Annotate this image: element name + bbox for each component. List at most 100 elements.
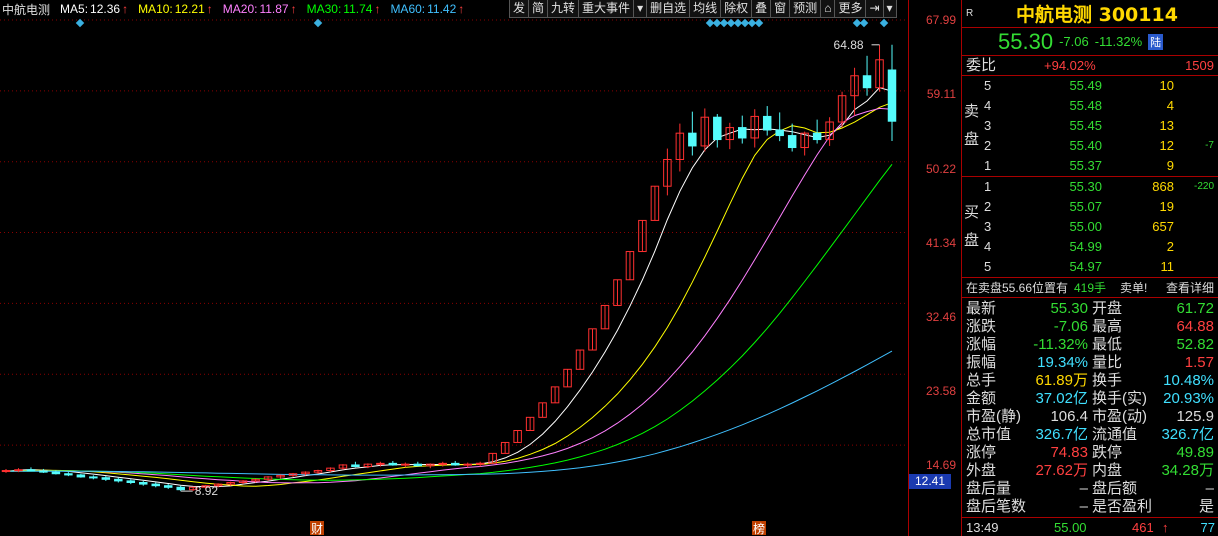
toolbar-remove-watchlist-button[interactable]: 删自选 [646,0,691,18]
candle-body [475,462,485,465]
candle-body [39,470,48,473]
weibi-value: +94.02% [1044,58,1096,73]
stat-value: 64.88 [1176,318,1214,335]
candle-body [101,477,111,480]
buy-level: 1 [984,179,992,194]
candle-body [438,462,448,465]
toolbar-exright-button[interactable]: 除权 [720,0,753,18]
toolbar-home-icon[interactable]: ⌂ [820,0,836,18]
buy-level-row[interactable]: 3 55.00 657 [962,217,1218,237]
toolbar-events-dropdown-icon[interactable]: ▾ [633,0,648,18]
stat-label: 开盘 [1092,300,1123,317]
toolbar-overlay-button[interactable]: 叠 [751,0,772,18]
candle-body [26,469,36,472]
stat-label: 总市值 [966,426,1012,443]
dragon-tiger-list-marker: 榜 [753,521,765,536]
event-diamond-icon [75,18,85,28]
stat-label: 总手 [966,372,997,389]
sell-level-row[interactable]: 2 55.40 12 -7 [962,136,1218,156]
sell-price: 55.45 [1069,118,1102,133]
buy-change: -220 [1193,181,1214,192]
order-alert-qty: 419手 [1074,281,1107,295]
kline-chart-area[interactable]: 64.88 8.92 财 榜 中航电测 MA5: 12.36 ↑ MA10: 12.21 ↑ … [0,0,960,536]
sell-level-row[interactable]: 3 55.45 13 [962,116,1218,136]
tick-price: 55.00 [1054,520,1087,535]
buy-price: 54.99 [1069,239,1102,254]
ma60-label: MA60: [390,2,426,16]
stat-value: – [1205,480,1214,497]
buy-level-row[interactable]: 4 54.99 2 [962,237,1218,257]
weibi-row: 委比 +94.02% 1509 [962,56,1218,76]
sell-price: 55.40 [1069,138,1102,153]
stat-label: 最低 [1092,336,1123,353]
tick-count: 77 [1200,520,1215,535]
candle-body [76,474,86,478]
high-price-label: 64.88 [834,38,864,52]
low-price-label: 8.92 [195,484,219,498]
toolbar-major-events-button[interactable]: 重大事件 [578,0,635,18]
buy-volume: 2 [1166,239,1174,254]
stat-value: -11.32% [1033,336,1088,353]
stat-value: 61.89万 [1035,372,1088,389]
stat-label: 盘后量 [966,480,1012,497]
toolbar-jian-button[interactable]: 简 [528,0,549,18]
toolbar-jiuzhuan-button[interactable]: 九转 [547,0,580,18]
toolbar-forecast-button[interactable]: 预测 [789,0,822,18]
ma30-value: 11.74 [343,2,373,16]
buy-level-row[interactable]: 1 55.30 868 -220 [962,177,1218,197]
ma5-legend: MA5: 12.36 ↑ [60,2,128,16]
buy-level-row[interactable]: 2 55.07 19 [962,197,1218,217]
event-diamond-icon [859,18,869,28]
candle-body [139,482,148,485]
toolbar-window-button[interactable]: 窗 [770,0,791,18]
toolbar-ma-button[interactable]: 均线 [689,0,722,18]
candle-body [114,478,123,482]
sell-level-row[interactable]: 4 55.48 4 [962,96,1218,116]
ma60-legend: MA60: 11.42 ↑ [390,2,464,16]
price-tick: 50.22 [925,162,956,176]
sell-orderbook: 卖盘 5 55.49 10 4 55.48 4 3 55.45 13 2 55.40 12 -7 … [962,76,1218,177]
kline-chart[interactable]: 64.88 8.92 财 榜 [0,0,908,536]
candle-body [787,135,797,149]
quote-panel: R 中航电测 300114 55.30 -7.06 -11.32% 陆 委比 +… [961,0,1218,536]
stat-row: 外盘 27.62万 内盘 34.28万 [962,462,1218,480]
candle-body [401,463,410,466]
view-detail-link[interactable]: 查看详细 [1166,278,1214,298]
ma60-value: 11.42 [427,2,457,16]
sell-level: 4 [984,98,992,113]
tick-time: 13:49 [966,520,999,535]
stock-name-code[interactable]: 中航电测 300114 [1016,0,1178,27]
toolbar-more-button[interactable]: 更多 [834,0,867,18]
sell-level: 3 [984,118,992,133]
sell-price: 55.48 [1069,98,1102,113]
toolbar-fa-button[interactable]: 发 [509,0,530,18]
stock-title-row: R 中航电测 300114 [962,0,1218,28]
financial-report-marker: 财 [311,522,323,536]
stat-value: 55.30 [1050,300,1088,317]
buy-level-row[interactable]: 5 54.97 11 [962,257,1218,277]
sell-price: 55.37 [1069,158,1102,173]
toolbar-jump-end-icon[interactable]: ⇥ [865,0,884,18]
candle-body [176,486,185,491]
buy-level: 4 [984,239,992,254]
toolbar-dropdown-icon[interactable]: ▾ [882,0,897,18]
r-badge: R [966,8,974,19]
weibi-label: 委比 [966,57,997,74]
price-tick: 59.11 [926,87,956,101]
ma10-value: 12.21 [174,2,205,16]
ma20-label: MA20: [222,2,258,16]
sell-level-row[interactable]: 1 55.37 9 [962,156,1218,176]
candle-body [463,463,472,466]
sell-level-row[interactable]: 5 55.49 10 [962,76,1218,96]
stat-label: 是否盈利 [1092,498,1153,515]
ma60-line [6,350,893,476]
ma20-up-arrow-icon: ↑ [290,2,297,16]
sell-volume: 12 [1159,138,1174,153]
sell-volume: 13 [1159,118,1174,133]
stat-row: 涨停 74.83 跌停 49.89 [962,444,1218,462]
ma30-label: MA30: [306,2,342,16]
last-price-marker: 12.41 [909,474,951,489]
candle-body [812,132,822,141]
tick-volume: 461 [1132,520,1154,535]
price-tick: 14.69 [925,458,956,472]
